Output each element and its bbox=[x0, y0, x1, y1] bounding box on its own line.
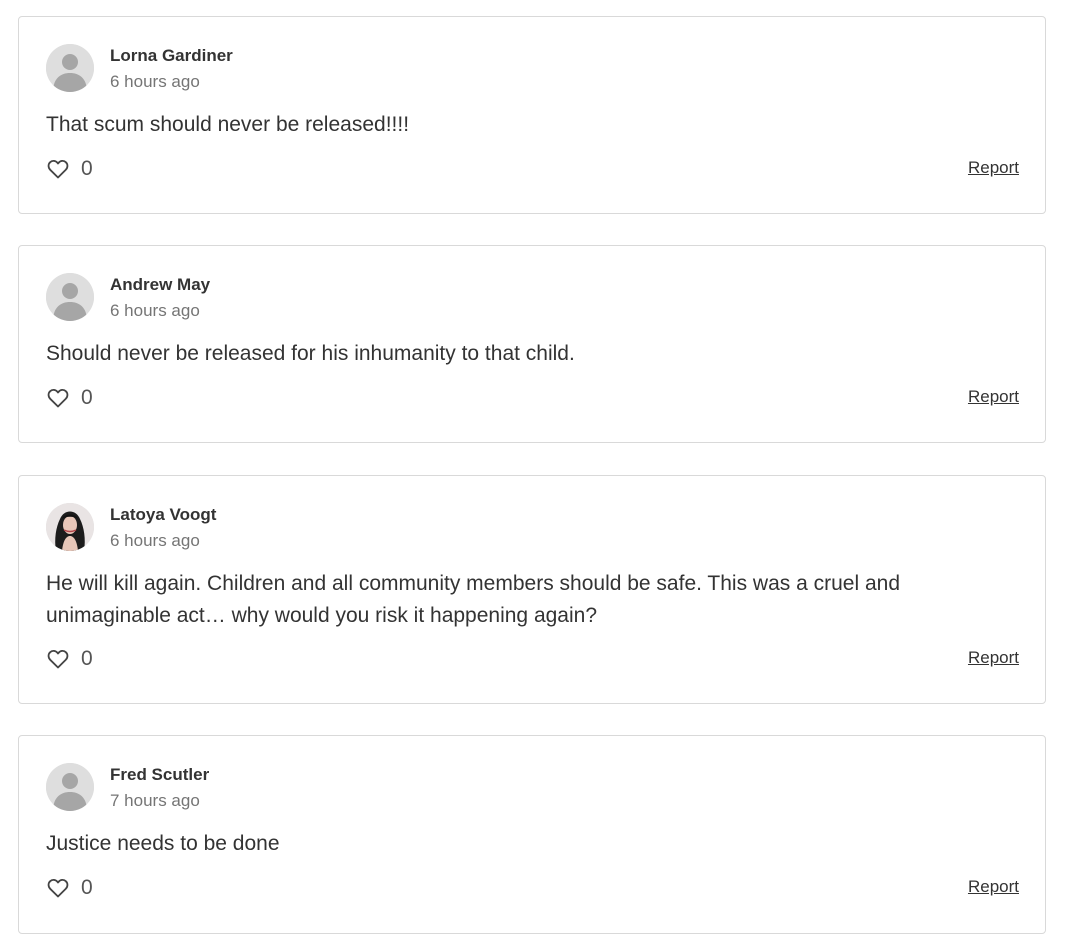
author-name: Latoya Voogt bbox=[110, 505, 217, 524]
comment-timestamp: 6 hours ago bbox=[110, 531, 200, 550]
comment-timestamp: 6 hours ago bbox=[110, 301, 200, 320]
heart-icon[interactable] bbox=[46, 157, 70, 181]
comment-card: Latoya Voogt 6 hours ago He will kill ag… bbox=[18, 475, 1046, 704]
comment-timestamp: 6 hours ago bbox=[110, 72, 200, 91]
like-count: 0 bbox=[81, 386, 93, 409]
like-count: 0 bbox=[81, 157, 93, 180]
comment-text: Justice needs to be done bbox=[46, 832, 280, 855]
comment-text: That scum should never be released!!!! bbox=[46, 113, 410, 136]
comment-timestamp: 7 hours ago bbox=[110, 791, 200, 810]
author-name: Fred Scutler bbox=[110, 765, 210, 784]
report-link[interactable]: Report bbox=[968, 647, 1019, 669]
default-avatar-icon bbox=[46, 763, 94, 811]
comment-card: Andrew May 6 hours ago Should never be r… bbox=[18, 245, 1046, 443]
default-avatar-icon bbox=[46, 44, 94, 92]
report-link[interactable]: Report bbox=[968, 876, 1019, 898]
heart-icon[interactable] bbox=[46, 386, 70, 410]
author-name: Lorna Gardiner bbox=[110, 46, 233, 65]
like-count: 0 bbox=[81, 647, 93, 670]
comment-text: Should never be released for his inhuman… bbox=[46, 342, 575, 365]
report-link[interactable]: Report bbox=[968, 157, 1019, 179]
comment-card: Fred Scutler 7 hours ago Justice needs t… bbox=[18, 735, 1046, 934]
report-link[interactable]: Report bbox=[968, 386, 1019, 408]
default-avatar-icon bbox=[46, 273, 94, 321]
author-name: Andrew May bbox=[110, 275, 211, 294]
like-count: 0 bbox=[81, 876, 93, 899]
heart-icon[interactable] bbox=[46, 876, 70, 900]
heart-icon[interactable] bbox=[46, 647, 70, 671]
comment-card: Lorna Gardiner 6 hours ago That scum sho… bbox=[18, 16, 1046, 214]
user-photo-avatar bbox=[46, 503, 94, 551]
comment-text: He will kill again. Children and all com… bbox=[46, 572, 901, 627]
